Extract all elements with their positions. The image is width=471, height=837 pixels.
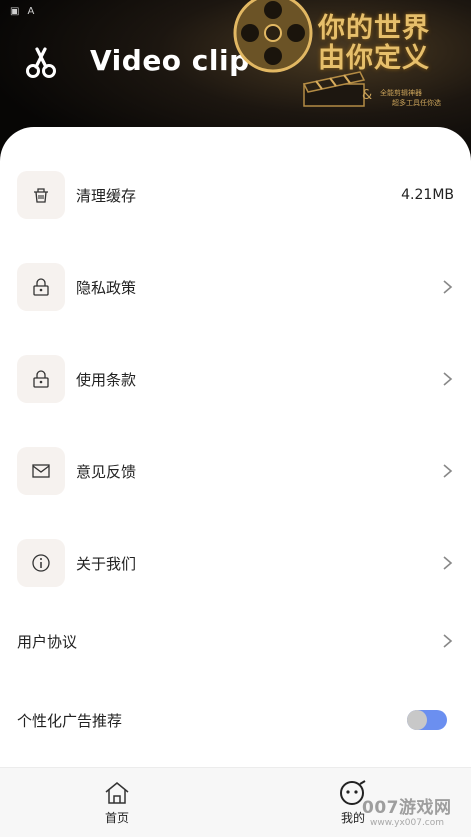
slogan-line-2: 由你定义 <box>318 43 430 74</box>
user-agreement-row[interactable]: 用户协议 <box>0 616 471 666</box>
watermark-url: www.yx007.com <box>370 818 445 828</box>
film-reel-icon <box>233 0 313 73</box>
feedback-row[interactable]: 意见反馈 <box>0 446 471 496</box>
terms-of-use-label: 使用条款 <box>76 370 137 389</box>
slogan-ampersand: & <box>362 88 373 103</box>
status-bar: ▣ A <box>10 6 34 17</box>
lock-icon <box>33 278 49 296</box>
about-us-label: 关于我们 <box>76 554 137 573</box>
nav-home[interactable]: 首页 <box>87 780 147 826</box>
info-icon <box>32 554 50 572</box>
home-icon <box>105 782 129 804</box>
feedback-label: 意见反馈 <box>76 462 137 481</box>
nav-home-label: 首页 <box>104 811 129 825</box>
cache-size-value: 4.21MB <box>401 187 454 203</box>
chevron-right-icon <box>443 280 453 294</box>
about-us-row[interactable]: 关于我们 <box>0 538 471 588</box>
lock-icon <box>33 370 49 388</box>
toggle-knob <box>407 710 427 730</box>
privacy-icon-box <box>17 263 65 311</box>
chevron-right-icon <box>443 464 453 478</box>
mail-icon <box>32 464 50 478</box>
terms-of-use-row[interactable]: 使用条款 <box>0 354 471 404</box>
clear-cache-label: 清理缓存 <box>76 186 137 205</box>
chevron-right-icon <box>443 372 453 386</box>
feedback-icon-box <box>17 447 65 495</box>
terms-icon-box <box>17 355 65 403</box>
personalized-ads-row: 个性化广告推荐 <box>0 695 471 745</box>
privacy-policy-row[interactable]: 隐私政策 <box>0 262 471 312</box>
clapperboard-icon <box>302 71 366 107</box>
app-title: Video clip <box>90 44 250 77</box>
user-agreement-label: 用户协议 <box>17 632 78 651</box>
watermark-text: 007游戏网 <box>362 798 452 818</box>
scissors-logo-icon <box>26 47 56 78</box>
about-icon-box <box>17 539 65 587</box>
chevron-right-icon <box>443 634 453 648</box>
personalized-ads-label: 个性化广告推荐 <box>17 711 123 730</box>
clear-cache-icon-box <box>17 171 65 219</box>
status-icon-a: A <box>27 6 35 17</box>
slogan-subtext-2: 超多工具任你选 <box>392 99 441 107</box>
personalized-ads-toggle[interactable] <box>407 710 447 730</box>
chevron-right-icon <box>443 556 453 570</box>
trash-icon <box>34 188 48 203</box>
status-icon-qr: ▣ <box>10 6 20 17</box>
privacy-policy-label: 隐私政策 <box>76 278 137 297</box>
clear-cache-row[interactable]: 清理缓存 4.21MB <box>0 170 471 220</box>
slogan-subtext-1: 全能剪辑神器 <box>380 89 422 97</box>
